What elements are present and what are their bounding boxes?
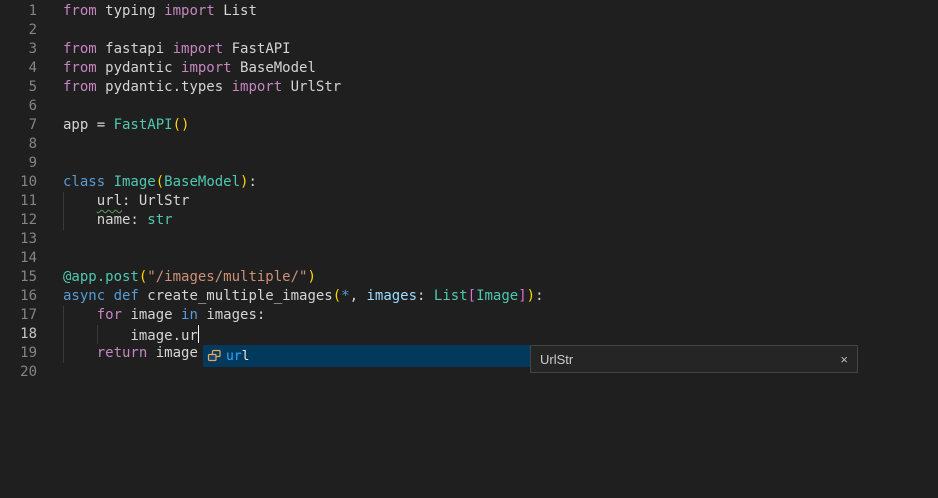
close-icon[interactable]: × [840,353,848,366]
code-line[interactable]: 9 [0,154,938,173]
code-line[interactable]: 14 [0,249,938,268]
suggestion-rest-text: l [242,349,250,364]
line-number: 12 [0,211,37,230]
suggestion-item-url[interactable]: url [226,347,249,366]
code-line[interactable]: 16async def create_multiple_images(*, im… [0,287,938,306]
code-text [37,97,63,116]
code-text: image.ur [37,325,199,344]
code-text: app = FastAPI() [37,116,189,135]
suggestion-detail-panel: UrlStr × [530,345,858,373]
code-line[interactable]: 11 url: UrlStr [0,192,938,211]
indent-guide [63,344,64,363]
indent-guide [97,325,98,344]
code-line[interactable]: 12 name: str [0,211,938,230]
code-text: from pydantic.types import UrlStr [37,78,341,97]
indent-guide [63,325,64,344]
line-number: 11 [0,192,37,211]
code-text: from pydantic import BaseModel [37,59,316,78]
code-line[interactable]: 2 [0,21,938,40]
line-number: 10 [0,173,37,192]
code-line[interactable]: 18 image.ur [0,325,938,344]
code-text: url: UrlStr [37,192,189,211]
code-line[interactable]: 7app = FastAPI() [0,116,938,135]
line-number: 16 [0,287,37,306]
code-text [37,21,63,40]
code-editor[interactable]: 1from typing import List23from fastapi i… [0,0,938,498]
line-number: 5 [0,78,37,97]
code-text: from typing import List [37,2,257,21]
code-lines: 1from typing import List23from fastapi i… [0,0,938,382]
text-cursor [198,325,200,343]
line-number: 18 [0,325,37,344]
code-line[interactable]: 4from pydantic import BaseModel [0,59,938,78]
line-number: 13 [0,230,37,249]
code-text: from fastapi import FastAPI [37,40,291,59]
code-text [37,363,63,382]
code-line[interactable]: 8 [0,135,938,154]
code-text: return image [37,344,198,363]
indent-guide [63,192,64,211]
code-text: @app.post("/images/multiple/") [37,268,316,287]
code-text [37,249,63,268]
suggestion-detail-text: UrlStr [540,350,573,369]
line-number: 7 [0,116,37,135]
line-number: 9 [0,154,37,173]
line-number: 20 [0,363,37,382]
code-line[interactable]: 5from pydantic.types import UrlStr [0,78,938,97]
code-line[interactable]: 3from fastapi import FastAPI [0,40,938,59]
line-number: 3 [0,40,37,59]
line-number: 17 [0,306,37,325]
code-line[interactable]: 6 [0,97,938,116]
code-text [37,135,63,154]
line-number: 4 [0,59,37,78]
code-text [37,154,63,173]
line-number: 8 [0,135,37,154]
code-line[interactable]: 13 [0,230,938,249]
line-number: 2 [0,21,37,40]
code-text: for image in images: [37,306,265,325]
line-number: 15 [0,268,37,287]
indent-guide [63,211,64,230]
code-text [37,230,63,249]
line-number: 1 [0,2,37,21]
field-icon [206,348,222,364]
line-number: 6 [0,97,37,116]
code-line[interactable]: 15@app.post("/images/multiple/") [0,268,938,287]
line-number: 19 [0,344,37,363]
code-text: class Image(BaseModel): [37,173,257,192]
line-number: 14 [0,249,37,268]
suggestion-match-text: ur [226,349,242,364]
code-text: async def create_multiple_images(*, imag… [37,287,544,306]
code-line[interactable]: 1from typing import List [0,2,938,21]
code-line[interactable]: 17 for image in images: [0,306,938,325]
autocomplete-popup: url [203,345,530,367]
code-text: name: str [37,211,173,230]
indent-guide [63,306,64,325]
code-line[interactable]: 10class Image(BaseModel): [0,173,938,192]
